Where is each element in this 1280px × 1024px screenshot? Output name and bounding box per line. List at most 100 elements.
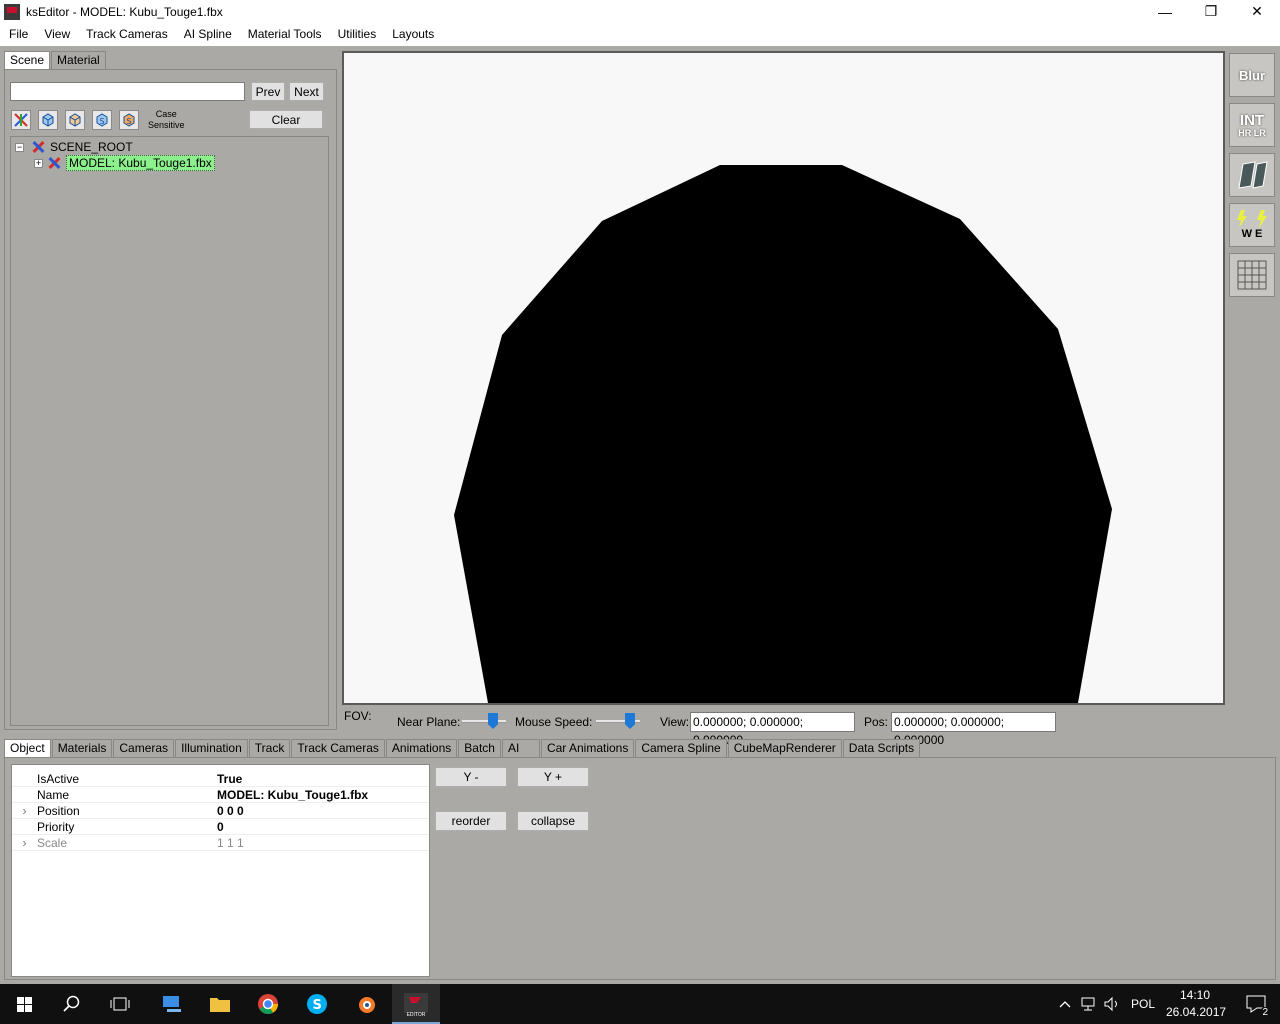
expand-chevron-icon[interactable]: ›	[12, 836, 37, 850]
tab-track-cameras[interactable]: Track Cameras	[291, 739, 385, 757]
kseditor-taskbar-button[interactable]: EDITOR	[392, 984, 440, 1024]
tab-data-scripts[interactable]: Data Scripts	[842, 739, 921, 757]
property-row-scale[interactable]: › Scale 1 1 1	[12, 835, 429, 851]
tab-scene[interactable]: Scene	[4, 51, 51, 70]
file-explorer-icon[interactable]	[196, 984, 244, 1024]
node-filter-icon[interactable]	[65, 110, 85, 130]
expand-chevron-icon[interactable]: ›	[12, 804, 37, 818]
mouse-speed-slider-thumb[interactable]	[625, 713, 635, 729]
material-filter-icon[interactable]: S	[119, 110, 139, 130]
menu-track-cameras[interactable]: Track Cameras	[79, 23, 175, 46]
we-tool-button[interactable]: W E	[1229, 203, 1275, 247]
collapse-button[interactable]: collapse	[517, 811, 589, 831]
int-sub-label: HR LR	[1238, 127, 1266, 138]
y-plus-button[interactable]: Y +	[517, 767, 589, 787]
tree-row-model[interactable]: + MODEL: Kubu_Touge1.fbx	[34, 155, 215, 171]
property-row-name[interactable]: Name MODEL: Kubu_Touge1.fbx	[12, 787, 429, 803]
clock-date[interactable]: 26.04.2017	[1166, 1005, 1226, 1019]
tab-animations[interactable]: Animations	[385, 739, 458, 757]
task-view-icon[interactable]	[96, 984, 144, 1024]
tab-materials[interactable]: Materials	[51, 739, 113, 757]
dummy-filter-icon[interactable]: S	[92, 110, 112, 130]
property-grid: IsActive True Name MODEL: Kubu_Touge1.fb…	[11, 764, 430, 977]
near-plane-label: Near Plane:	[397, 715, 461, 729]
tab-camera-spline[interactable]: Camera Spline	[635, 739, 727, 757]
tab-car-animations[interactable]: Car Animations	[540, 739, 635, 757]
prev-button[interactable]: Prev	[251, 82, 285, 101]
clear-button[interactable]: Clear	[249, 110, 323, 129]
case-label-line1: Case	[155, 109, 177, 119]
title-bar: ksEditor - MODEL: Kubu_Touge1.fbx — ❐ ✕	[0, 0, 1280, 23]
notifications-icon[interactable]: 2	[1232, 984, 1280, 1024]
search-icon[interactable]	[48, 984, 96, 1024]
volume-icon[interactable]	[1101, 984, 1123, 1024]
grid-tool-button[interactable]	[1229, 253, 1275, 297]
property-row-priority[interactable]: Priority 0	[12, 819, 429, 835]
app-icon	[4, 3, 20, 20]
tab-cubemaprenderer[interactable]: CubeMapRenderer	[727, 739, 842, 757]
tab-batch[interactable]: Batch	[458, 739, 501, 757]
window-title: ksEditor - MODEL: Kubu_Touge1.fbx	[26, 4, 223, 19]
scene-panel: Prev Next S S Case Sensitive Clear − SCE…	[4, 69, 337, 730]
scene-root-icon	[31, 140, 46, 154]
scene-search-input[interactable]	[10, 82, 245, 101]
interior-tool-button[interactable]: INT HR LR	[1229, 103, 1275, 147]
model-node-label: MODEL: Kubu_Touge1.fbx	[66, 155, 215, 171]
skype-icon[interactable]: S	[293, 984, 341, 1024]
left-tab-strip: Scene Material	[4, 51, 107, 70]
near-plane-slider-thumb[interactable]	[488, 713, 498, 729]
computer-icon[interactable]	[148, 984, 196, 1024]
mouse-speed-slider[interactable]	[596, 713, 640, 731]
mouse-speed-label: Mouse Speed:	[515, 715, 593, 729]
blur-tool-button[interactable]: Blur	[1229, 53, 1275, 97]
chevron-up-icon[interactable]	[1056, 984, 1074, 1024]
tab-material[interactable]: Material	[51, 51, 106, 69]
case-label-line2: Sensitive	[148, 120, 185, 130]
property-row-isactive[interactable]: IsActive True	[12, 771, 429, 787]
chrome-icon[interactable]	[244, 984, 292, 1024]
notification-count: 2	[1260, 1007, 1270, 1018]
scene-root-label: SCENE_ROOT	[50, 140, 133, 154]
clock-time[interactable]: 14:10	[1180, 988, 1210, 1002]
close-button[interactable]: ✕	[1234, 0, 1280, 23]
tree-row-scene-root[interactable]: − SCENE_ROOT	[15, 139, 133, 155]
network-icon[interactable]	[1078, 984, 1100, 1024]
3d-viewport[interactable]	[342, 51, 1225, 705]
tab-object[interactable]: Object	[4, 739, 51, 758]
bottom-tab-strip: Object Materials Cameras Illumination Tr…	[4, 739, 921, 758]
expand-icon[interactable]: +	[34, 158, 43, 168]
menu-layouts[interactable]: Layouts	[385, 23, 441, 46]
next-button[interactable]: Next	[289, 82, 324, 101]
minimize-button[interactable]: —	[1142, 0, 1188, 23]
tab-ai[interactable]: AI	[501, 739, 540, 757]
menu-view[interactable]: View	[37, 23, 77, 46]
object-panel: IsActive True Name MODEL: Kubu_Touge1.fb…	[4, 757, 1276, 980]
y-minus-button[interactable]: Y -	[435, 767, 507, 787]
menu-material-tools[interactable]: Material Tools	[241, 23, 329, 46]
scene-filter-icon[interactable]	[11, 110, 31, 130]
menu-utilities[interactable]: Utilities	[331, 23, 384, 46]
tab-illumination[interactable]: Illumination	[175, 739, 248, 757]
right-toolbar: Blur INT HR LR W E	[1229, 53, 1275, 303]
collapse-icon[interactable]: −	[15, 142, 24, 152]
property-row-position[interactable]: › Position 0 0 0	[12, 803, 429, 819]
input-language[interactable]: POL	[1131, 997, 1155, 1011]
tab-cameras[interactable]: Cameras	[113, 739, 175, 757]
mesh-filter-icon[interactable]	[38, 110, 58, 130]
glass-icon	[1238, 161, 1268, 189]
menu-file[interactable]: File	[2, 23, 35, 46]
int-label: INT	[1239, 111, 1265, 129]
tab-track[interactable]: Track	[248, 739, 291, 757]
restore-button[interactable]: ❐	[1188, 0, 1234, 23]
glass-tool-button[interactable]	[1229, 153, 1275, 197]
view-coordinates-field[interactable]: 0.000000; 0.000000; 0.000000	[690, 712, 855, 747]
case-sensitive-checkbox[interactable]: Case Sensitive	[148, 109, 185, 131]
start-button[interactable]	[0, 984, 48, 1024]
pos-coordinates-field[interactable]: 0.000000; 0.000000; 0.000000	[891, 712, 1056, 747]
near-plane-slider[interactable]	[462, 713, 506, 731]
menu-ai-spline[interactable]: AI Spline	[177, 23, 239, 46]
reorder-button[interactable]: reorder	[435, 811, 507, 831]
blender-icon[interactable]	[342, 984, 390, 1024]
menu-bar: File View Track Cameras AI Spline Materi…	[0, 23, 1280, 46]
pos-label: Pos:	[864, 715, 889, 729]
